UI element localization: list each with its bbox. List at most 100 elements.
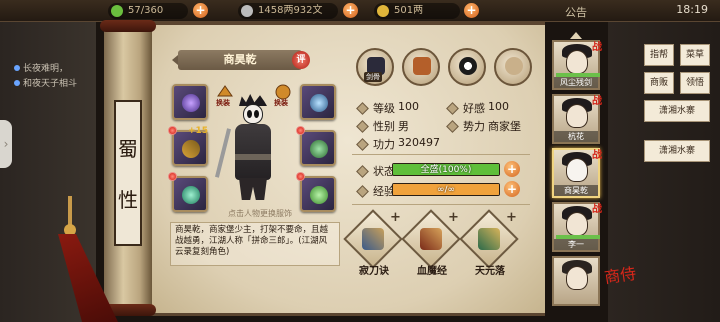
pendant-icon [310,186,328,204]
stat-gender: 性别男 [356,118,409,134]
skill-sword-bone[interactable]: 剑骨 [356,48,394,86]
rename-button[interactable]: 评 [292,51,310,69]
skill-name: 寂刀诀 [359,266,389,277]
gem-icon [182,94,200,112]
character-legs [239,178,267,200]
menu-button[interactable]: 商贩 [644,72,674,94]
diamond-icon [446,120,459,133]
chat-dot-icon [14,65,20,71]
signature-stamp: 商侍 [603,263,638,288]
skill-tag: 剑骨 [364,72,382,82]
scroll-cap-top [100,20,156,32]
menu-button[interactable]: 菜草 [680,44,710,66]
blade-scroll-icon [362,228,384,250]
skill-yinyang[interactable] [448,48,486,86]
battle-mark-icon: 战 [592,42,602,53]
equip-slot-weapon-a[interactable] [172,84,208,120]
notice-button[interactable]: 公告 [565,4,587,20]
equip-slot-bracelet[interactable] [172,176,208,212]
hero-face [566,212,588,236]
equip-slot-armor[interactable] [300,130,336,166]
hero-face [566,50,588,74]
menu-button[interactable]: 潇湘水寨 [644,100,710,122]
gold-counter: 501两 [374,3,460,19]
notify-dot [296,126,305,135]
character-face [243,104,263,124]
diamond-icon [356,138,369,151]
stat-level: 等级 100 [356,100,419,116]
yinyang-icon [459,57,477,75]
blade-scroll-icon [478,228,500,250]
skill-plus-icon: + [448,210,459,225]
add-silver-button[interactable]: + [343,3,358,18]
diamond-icon [356,185,369,198]
chat-line: 长夜难明， [14,62,104,77]
add-gold-button[interactable]: + [464,3,479,18]
hero-card-selected[interactable]: 商昊乾 战 [552,148,602,198]
hero-name: 李一 [554,239,598,250]
chat-line: 和夜天子相斗 [14,77,104,92]
tassel-decoration [58,196,134,322]
skill-shield[interactable] [402,48,440,86]
battle-mark-icon: 战 [592,204,602,215]
menu-button[interactable]: 领悟 [680,72,710,94]
character-robe [235,124,271,180]
exp-text: ∞/∞ [436,185,456,195]
tassel-fringe [58,234,118,322]
skill-plus-icon: + [506,210,517,225]
battle-mark-icon: 战 [592,96,602,107]
hero-name: 商昊乾 [554,185,598,196]
diamond-icon [356,120,369,133]
hat-icon [310,94,328,112]
restore-status-button[interactable]: + [504,161,520,177]
stat-faction: 势力 商家堡 [446,118,521,134]
notify-dot [296,172,305,181]
equip-bonus: +15 [188,126,209,136]
hero-card[interactable]: 李一 战 [552,202,602,252]
body-figure-icon [505,57,523,75]
menu-button[interactable]: 指帮 [644,44,674,66]
hero-list[interactable]: 风尘残剑 战 杭花 战 商昊乾 战 李一 战 [548,28,604,322]
chat-dot-icon [14,80,20,86]
diamond-icon [446,102,459,115]
character-portrait[interactable] [215,94,281,202]
character-name: 商昊乾 [223,53,257,66]
exp-bar: ∞/∞ [392,183,500,196]
hero-card[interactable]: 风尘残剑 战 [552,40,602,90]
character-belt [235,154,271,160]
stat-exp: 经验 [356,183,395,199]
outfit-hint: 点击人物更换服饰 [228,209,292,218]
chat-feed[interactable]: 长夜难明， 和夜天子相斗 [14,62,104,92]
equip-slot-hat[interactable] [300,84,336,120]
scroll-icon [420,228,442,250]
hero-card[interactable] [552,256,600,306]
equip-slot-pendant[interactable] [300,176,336,212]
stat-status: 状态 [356,163,395,179]
character-description: 商昊乾，商家堡少主，打架不要命，且越战越勇，江湖人称「拼命三郎」。(江湖风云录复… [170,222,340,266]
armor-icon [310,140,328,158]
stat-favor: 好感 100 [446,100,509,116]
add-exp-button[interactable]: + [504,181,520,197]
clock: 18:19 [676,3,708,16]
skill-body[interactable] [494,48,532,86]
skill-name: 血魔经 [417,266,447,277]
shield-icon [413,57,431,75]
arrow-left-icon [172,55,178,65]
bracelet-icon [182,186,200,204]
notify-dot [168,126,177,135]
hero-name: 杭花 [554,131,598,142]
divider [352,154,530,155]
status-text: 全盛(100%) [420,165,472,175]
diamond-icon [356,165,369,178]
hero-card[interactable]: 杭花 战 [552,94,602,144]
scroll-up-icon[interactable] [570,32,582,39]
gold-ingot-icon [377,5,389,17]
add-stamina-button[interactable]: + [193,3,208,18]
side-drawer-handle[interactable]: › [0,120,12,168]
menu-button[interactable]: 潇湘水寨 [644,140,710,162]
skill-name: 天元落 [475,266,505,277]
stat-power: 功力 320497 [356,136,440,152]
divider [352,204,530,205]
character-name-bar: 商昊乾 评 [172,50,310,70]
diamond-icon [356,102,369,115]
